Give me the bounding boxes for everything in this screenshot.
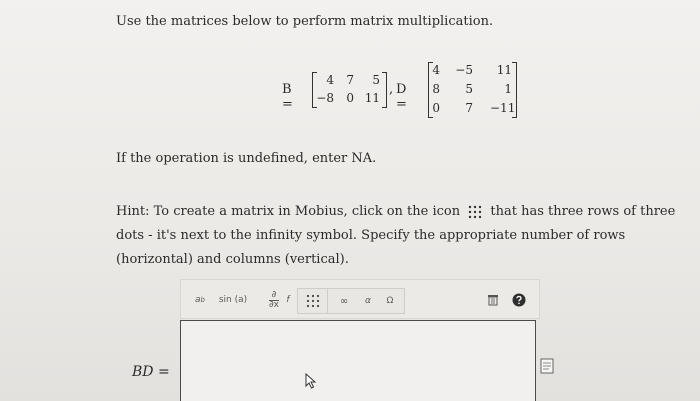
matrix-separator: , bbox=[389, 82, 394, 97]
answer-label: BD = bbox=[132, 364, 170, 380]
derivative-top: ∂ bbox=[271, 289, 277, 300]
matrix-b-cell: −8 bbox=[316, 91, 334, 105]
superscript-exponent: b bbox=[200, 296, 205, 304]
alpha-button[interactable]: α bbox=[357, 296, 379, 306]
matrix-dots-icon bbox=[469, 205, 482, 218]
matrix-b-cell: 7 bbox=[346, 73, 354, 87]
answer-input[interactable] bbox=[180, 320, 536, 401]
matrix-d-cell: 0 bbox=[432, 101, 440, 115]
matrix-b-cell: 0 bbox=[346, 91, 354, 105]
omega-button[interactable]: Ω bbox=[379, 296, 401, 306]
matrix-d-cell: −11 bbox=[490, 101, 516, 115]
derivative-bottom: ∂x bbox=[269, 299, 279, 310]
matrix-d-cell: 5 bbox=[465, 82, 473, 96]
sin-function-button[interactable]: sin (a) bbox=[215, 288, 251, 312]
help-button[interactable] bbox=[509, 288, 529, 312]
derivative-f: f bbox=[286, 295, 290, 305]
matrix-d-cell: −5 bbox=[455, 63, 473, 77]
undefined-instruction: If the operation is undefined, enter NA. bbox=[116, 151, 377, 166]
matrix-b-right-bracket bbox=[382, 72, 387, 108]
matrix-dots-icon bbox=[306, 294, 320, 308]
question-page: Use the matrices below to perform matrix… bbox=[0, 0, 700, 401]
trash-button[interactable] bbox=[483, 288, 503, 312]
matrix-d-cell: 4 bbox=[432, 63, 440, 77]
equation-toolbar: a b sin (a) ∂ ∂x f ∞ α Ω bbox=[180, 279, 540, 319]
matrix-d-cell: 8 bbox=[432, 82, 440, 96]
matrix-d-label: D = bbox=[396, 82, 407, 112]
matrix-b-cell: 5 bbox=[372, 73, 380, 87]
matrix-button[interactable] bbox=[297, 288, 329, 314]
preview-icon[interactable] bbox=[540, 358, 554, 374]
infinity-button[interactable]: ∞ bbox=[331, 296, 357, 307]
help-icon bbox=[512, 293, 526, 307]
symbol-group: ∞ α Ω bbox=[327, 288, 405, 314]
matrix-d-cell: 1 bbox=[504, 82, 512, 96]
trash-icon bbox=[488, 295, 498, 306]
matrix-b-cell: 11 bbox=[364, 91, 380, 105]
matrix-d-right-bracket bbox=[512, 62, 517, 118]
matrix-b-label: B = bbox=[282, 82, 293, 112]
cursor-icon bbox=[305, 373, 317, 389]
matrix-d-cell: 11 bbox=[496, 63, 512, 77]
hint-part1: Hint: To create a matrix in Mobius, clic… bbox=[116, 204, 461, 219]
matrix-b-cell: 4 bbox=[326, 73, 334, 87]
instruction-text: Use the matrices below to perform matrix… bbox=[116, 14, 494, 29]
superscript-button[interactable]: a b bbox=[189, 288, 211, 312]
matrix-d-cell: 7 bbox=[465, 101, 473, 115]
hint-text: Hint: To create a matrix in Mobius, clic… bbox=[116, 200, 696, 272]
